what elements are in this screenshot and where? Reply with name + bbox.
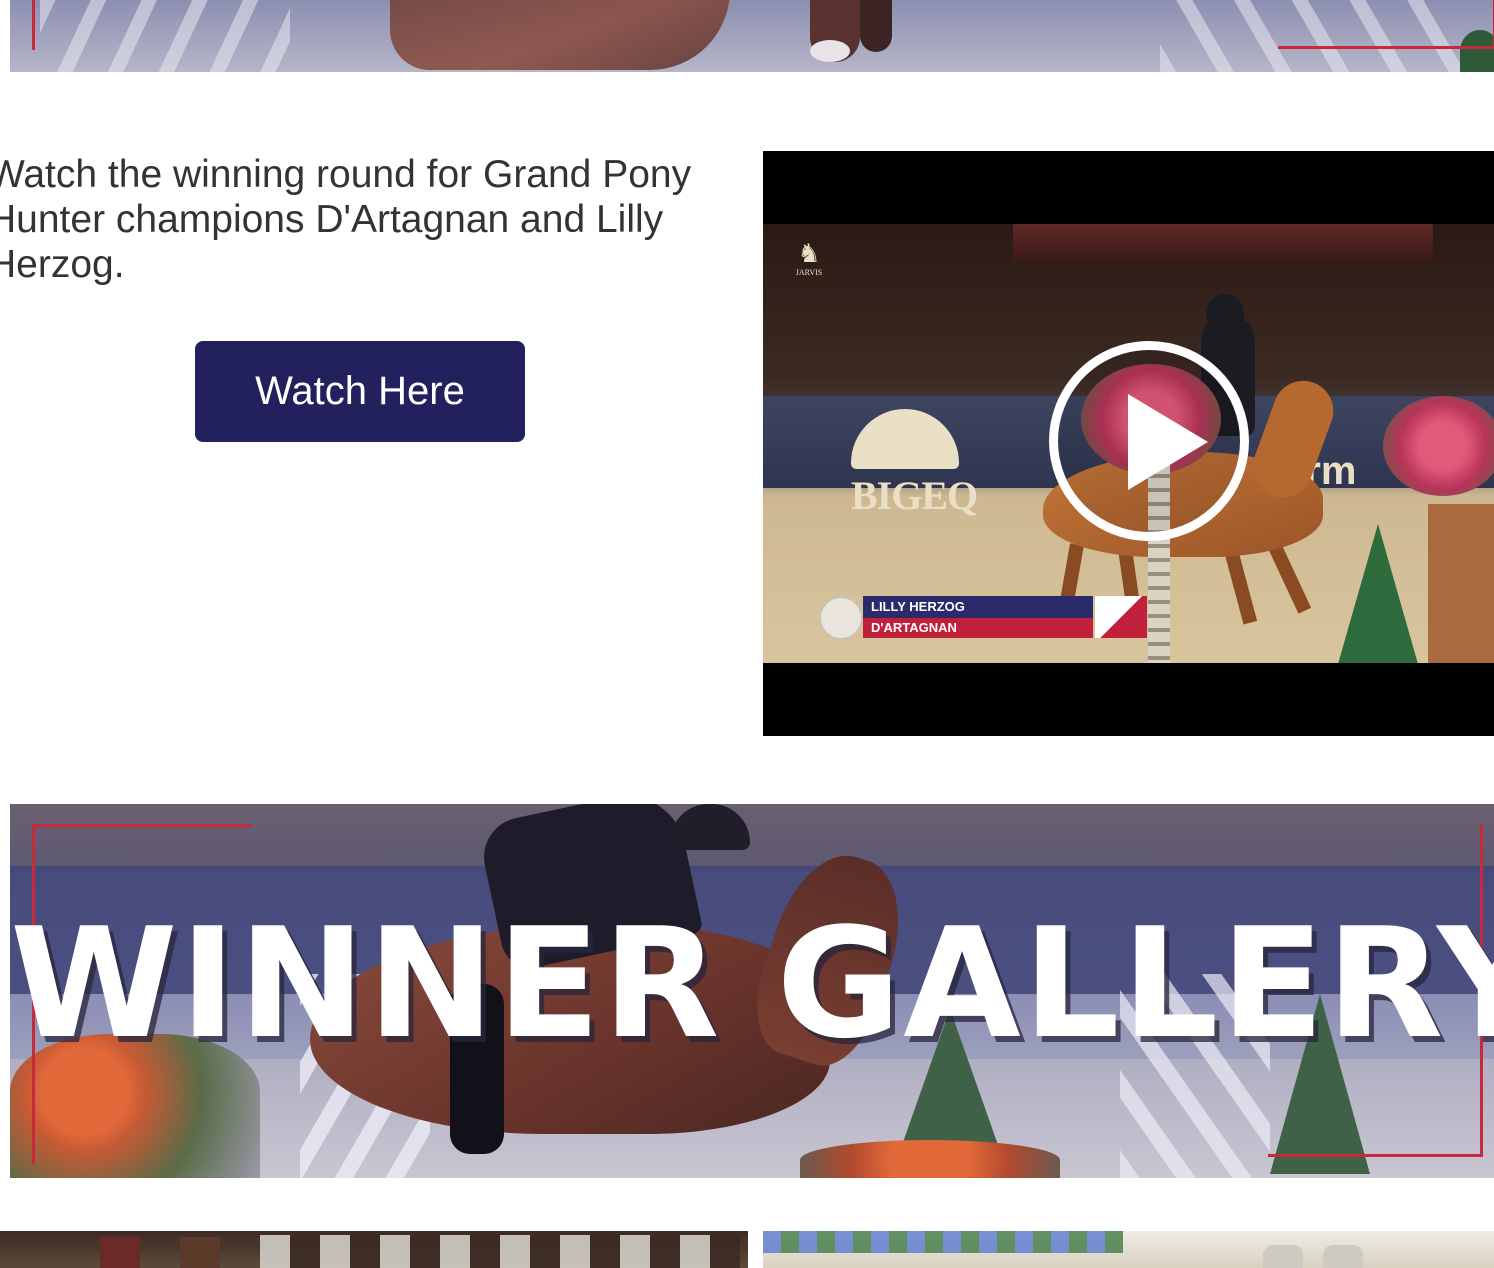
jump-post	[1263, 1245, 1303, 1268]
horse-leg	[1268, 544, 1312, 614]
fence-decoration	[40, 0, 290, 72]
horse-name: D'ARTAGNAN	[863, 618, 1093, 638]
watch-here-button[interactable]: Watch Here	[195, 341, 525, 442]
winner-gallery-banner[interactable]: WINNER GALLERY	[10, 804, 1494, 1178]
arena-sign	[100, 1237, 140, 1268]
play-button[interactable]	[1049, 341, 1249, 541]
stands	[10, 804, 1494, 872]
jump-post	[1323, 1245, 1363, 1268]
flower-bed	[800, 1140, 1060, 1178]
carriage-icon: ♞	[797, 239, 821, 268]
arena-panels	[260, 1235, 740, 1268]
intro-text: Watch the winning round for Grand Pony H…	[0, 153, 692, 286]
jump-post	[1428, 504, 1494, 663]
frame-line	[1278, 46, 1494, 49]
frame-line	[1268, 1154, 1482, 1157]
gallery-title: WINNER GALLERY	[10, 895, 1494, 1072]
stands	[1013, 224, 1433, 262]
gallery-thumbnail[interactable]	[0, 1231, 748, 1268]
fence-decoration	[1160, 0, 1460, 72]
flower-box	[1383, 396, 1494, 496]
shrub	[1460, 30, 1494, 72]
horse-hoof	[810, 40, 850, 62]
frame-line	[32, 0, 35, 50]
rider-name: LILLY HERZOG	[863, 596, 1093, 618]
rider-helmet	[1206, 294, 1244, 322]
gallery-thumbnail[interactable]	[763, 1231, 1494, 1268]
frame-line	[32, 824, 252, 827]
horse-leg	[860, 0, 892, 52]
tree	[1338, 524, 1418, 663]
horse-image-part	[390, 0, 730, 70]
broadcaster-logo-text: JARVIS	[795, 268, 823, 277]
flower-hedge	[763, 1231, 1123, 1253]
flag-icon	[1095, 596, 1147, 638]
broadcaster-logo: ♞ JARVIS	[769, 240, 849, 292]
sponsor-text: BIGEQ	[851, 473, 978, 518]
arena-sign	[180, 1237, 220, 1268]
play-icon	[1128, 394, 1208, 490]
video-player[interactable]: BIGEQ arm ♞ JARVIS LILLY HERZOG D'ARTAGN…	[763, 151, 1494, 736]
top-banner-image	[10, 0, 1494, 72]
seal-icon	[819, 596, 863, 640]
